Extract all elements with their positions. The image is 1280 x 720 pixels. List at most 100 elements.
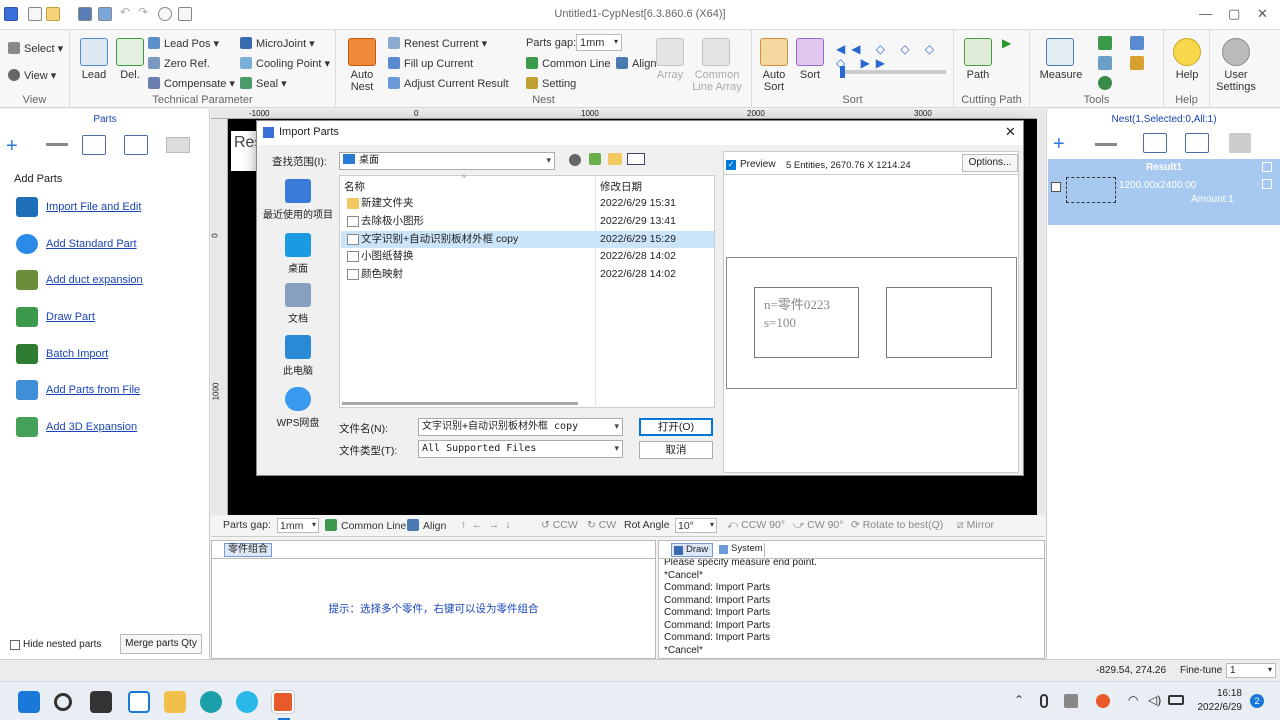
batch-import-item[interactable]: Batch Import (16, 343, 108, 365)
ccw-button[interactable]: ↺ CCW (541, 519, 578, 531)
ccw90-button[interactable]: ⤺ CCW 90° (727, 519, 785, 532)
del-button[interactable]: Del. (112, 69, 148, 81)
back-icon[interactable] (569, 154, 581, 166)
battery-icon[interactable] (1168, 695, 1184, 705)
search-icon[interactable] (54, 693, 72, 711)
result-checkbox[interactable] (1051, 182, 1061, 192)
add-parts-from-file-item[interactable]: Add Parts from File (16, 379, 140, 401)
task-view-icon[interactable] (90, 691, 112, 713)
app-tray-icon[interactable] (1096, 694, 1110, 708)
list-view-icon[interactable] (82, 135, 106, 155)
auto-nest-button[interactable]: Auto Nest (340, 69, 384, 93)
result-edit-icon[interactable] (1262, 179, 1272, 189)
globe-icon[interactable] (1098, 76, 1112, 90)
delete-lead-icon[interactable] (116, 38, 144, 66)
up-folder-icon[interactable] (589, 153, 601, 165)
windows-start-icon[interactable] (18, 691, 40, 713)
remove-part-icon[interactable] (46, 143, 68, 146)
import-file-and-edit-item[interactable]: Import File and Edit (16, 196, 141, 218)
filename-input[interactable]: 文字识别+自动识别板材外框 copy ▾ (418, 418, 623, 436)
file-row[interactable]: 去除极小图形 2022/6/29 13:41 (341, 213, 714, 230)
gear-icon[interactable] (1222, 38, 1250, 66)
volume-icon[interactable]: ◁) (1148, 693, 1161, 707)
preview-checkbox[interactable]: ✓ Preview (726, 159, 776, 170)
tray-chevron-icon[interactable]: ⌃ (1014, 693, 1024, 707)
file-explorer-icon[interactable] (164, 691, 186, 713)
play-icon[interactable]: ▶ (1002, 36, 1011, 50)
clock-date[interactable]: 2022/6/29 (1186, 702, 1243, 713)
remove-nest-icon[interactable] (1095, 143, 1117, 146)
measure-icon[interactable] (1046, 38, 1074, 66)
cw90-button[interactable]: ⤻ CW 90° (793, 519, 843, 532)
wifi-icon[interactable]: ◠ (1128, 693, 1138, 707)
cypnest-app-icon[interactable] (272, 691, 294, 713)
sort-button[interactable]: Sort (792, 69, 828, 81)
hide-nested-checkbox[interactable]: Hide nested parts (10, 639, 101, 650)
col-name-header[interactable]: 名称 (344, 179, 365, 194)
stats-icon[interactable] (1098, 56, 1112, 70)
common-line-array-button[interactable]: Common Line Array (692, 69, 742, 93)
file-row[interactable]: 颜色映射 2022/6/28 14:02 (341, 266, 714, 283)
save-nest-icon[interactable] (1229, 133, 1251, 153)
measure-button[interactable]: Measure (1036, 69, 1086, 81)
cw-button[interactable]: ↻ CW (587, 519, 616, 531)
chat-icon[interactable] (236, 691, 258, 713)
draw-tab[interactable]: Draw (671, 543, 713, 557)
move-arrows-icon[interactable]: ↑←→↓ (461, 519, 517, 531)
nav-documents[interactable]: 文档 (257, 283, 339, 325)
cooling-point-button[interactable]: Cooling Point ▾ (240, 57, 330, 70)
nav-desktop[interactable]: 桌面 (257, 233, 339, 275)
open-button[interactable]: 打开(O) (639, 418, 713, 436)
lead-icon[interactable] (80, 38, 108, 66)
view-menu-icon[interactable] (627, 153, 645, 165)
rot-angle-select[interactable]: 10° ▾ (675, 518, 717, 533)
bottom-parts-gap-select[interactable]: 1mm ▾ (277, 518, 319, 533)
col-date-header[interactable]: 修改日期 (600, 179, 642, 194)
draw-part-item[interactable]: Draw Part (16, 306, 95, 328)
new-folder-icon[interactable] (608, 153, 622, 165)
add-duct-expansion-item[interactable]: Add duct expansion (16, 269, 143, 291)
fill-up-current-button[interactable]: Fill up Current (388, 57, 473, 70)
file-row-selected[interactable]: 文字识别+自动识别板材外框 copy 2022/6/29 15:29 (341, 231, 714, 248)
microphone-icon[interactable] (1040, 694, 1048, 708)
nav-wps-cloud[interactable]: WPS网盘 (257, 387, 339, 429)
lead-button[interactable]: Lead (76, 69, 112, 81)
file-row[interactable]: 新建文件夹 2022/6/29 15:31 (341, 195, 714, 212)
sort-navigation-icons[interactable]: ◀◀ ◇ ◇ ◇ ◇ ▶▶ (836, 42, 953, 70)
auto-sort-button[interactable]: Auto Sort (756, 69, 792, 93)
filetype-select[interactable]: All Supported Files ▾ (418, 440, 623, 458)
result-lock-icon[interactable] (1262, 162, 1272, 172)
close-button[interactable]: ✕ (1257, 6, 1268, 22)
system-tab[interactable]: System (717, 543, 765, 557)
setting-button[interactable]: Setting (526, 77, 576, 90)
result-item[interactable]: Result1 1200.00x2400.00 Amount:1 (1048, 159, 1280, 225)
adjust-current-result-button[interactable]: Adjust Current Result (388, 77, 509, 90)
help-button[interactable]: Help (1166, 69, 1208, 81)
clock-time[interactable]: 16:18 (1196, 688, 1242, 699)
seal-button[interactable]: Seal ▾ (240, 77, 287, 90)
view-button[interactable]: View ▾ (8, 69, 56, 82)
path-icon[interactable] (964, 38, 992, 66)
parts-gap-select[interactable]: 1mm ▾ (576, 34, 622, 51)
rotate-best-button[interactable]: ⟳ Rotate to best(Q) (851, 519, 943, 531)
auto-nest-icon[interactable] (348, 38, 376, 66)
grid-view-icon[interactable] (166, 137, 190, 153)
add-part-icon[interactable]: + (6, 135, 18, 158)
nest-list-icon[interactable] (1143, 133, 1167, 153)
part-combination-tab[interactable]: 零件组合 (224, 543, 272, 557)
renest-current-button[interactable]: Renest Current ▾ (388, 37, 487, 50)
add-standard-part-item[interactable]: Add Standard Part (16, 233, 137, 255)
dialog-close-button[interactable]: ✕ (1005, 124, 1016, 140)
cancel-button[interactable]: 取消 (639, 441, 713, 459)
bottom-align-button[interactable]: Align (407, 519, 446, 532)
layer-icon[interactable] (1098, 36, 1112, 50)
notification-badge[interactable]: 2 (1250, 694, 1264, 708)
export-icon[interactable] (1130, 36, 1144, 50)
merge-parts-qty-button[interactable]: Merge parts Qty (120, 634, 202, 654)
lookin-select[interactable]: 桌面 ▾ (339, 152, 555, 170)
maximize-button[interactable]: ▢ (1228, 6, 1240, 22)
add-3d-expansion-item[interactable]: Add 3D Expansion (16, 416, 137, 438)
widgets-icon[interactable] (128, 691, 150, 713)
lead-pos-button[interactable]: Lead Pos ▾ (148, 37, 219, 50)
array-button[interactable]: Array (650, 69, 690, 81)
